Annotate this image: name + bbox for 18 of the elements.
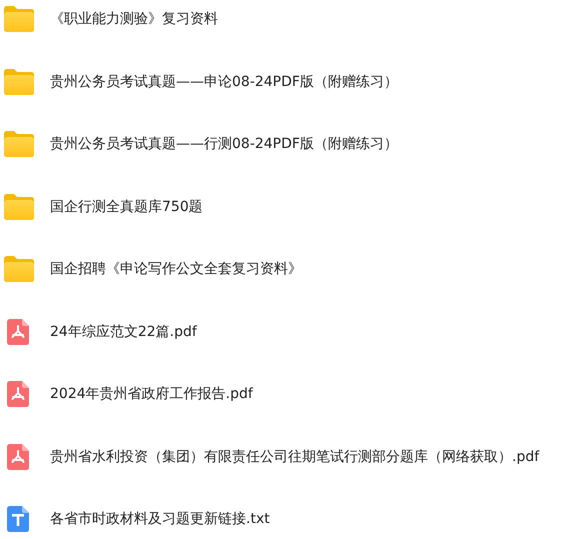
folder-icon — [4, 6, 34, 32]
pdf-file-icon — [7, 381, 29, 407]
file-name[interactable]: 24年综应范文22篇.pdf — [50, 322, 197, 340]
text-file-icon — [7, 506, 29, 532]
pdf-file-icon — [7, 318, 29, 344]
pdf-file-icon — [7, 444, 29, 470]
file-name[interactable]: 贵州公务员考试真题——申论08-24PDF版（附赠练习） — [50, 72, 398, 90]
file-name[interactable]: 贵州公务员考试真题——行测08-24PDF版（附赠练习） — [50, 135, 398, 153]
folder-icon — [4, 131, 34, 157]
file-name[interactable]: 各省市时政材料及习题更新链接.txt — [50, 510, 270, 528]
file-name[interactable]: 2024年贵州省政府工作报告.pdf — [50, 385, 253, 403]
file-name[interactable]: 贵州省水利投资（集团）有限责任公司往期笔试行测部分题库（网络获取）.pdf — [50, 448, 540, 466]
file-name[interactable]: 国企招聘《申论写作公文全套复习资料》 — [50, 260, 302, 278]
folder-icon — [4, 68, 34, 94]
folder-icon — [4, 194, 34, 220]
file-name[interactable]: 《职业能力测验》复习资料 — [50, 10, 218, 28]
file-name[interactable]: 国企行测全真题库750题 — [50, 198, 203, 216]
folder-icon — [4, 256, 34, 282]
